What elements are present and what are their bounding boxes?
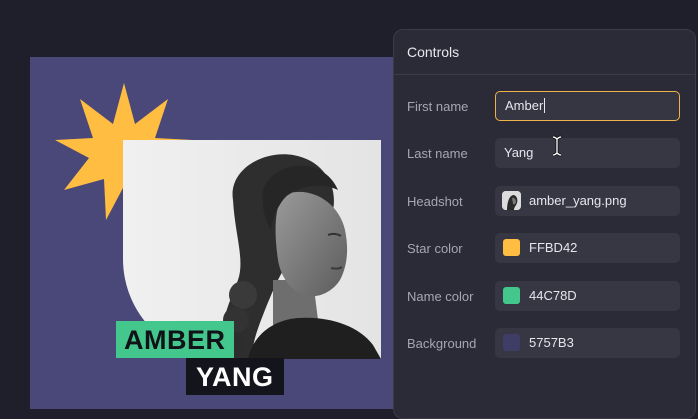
first-name-input[interactable]: Amber: [495, 91, 680, 121]
background-color-value: 5757B3: [529, 335, 574, 350]
last-name-value: Yang: [504, 145, 534, 160]
controls-panel: Controls First name Amber Last name Yang…: [393, 29, 696, 419]
design-canvas: AMBER YANG: [30, 57, 430, 409]
first-name-label: First name: [407, 99, 469, 114]
background-color-input[interactable]: 5757B3: [495, 328, 680, 358]
background-label: Background: [407, 336, 477, 351]
star-color-label: Star color: [407, 241, 463, 256]
name-color-input[interactable]: 44C78D: [495, 281, 680, 311]
row-name-color: Name color 44C78D: [394, 281, 695, 313]
star-color-swatch[interactable]: [503, 239, 520, 256]
headshot-file-picker[interactable]: amber_yang.png: [495, 186, 680, 216]
row-background: Background 5757B3: [394, 328, 695, 360]
text-caret: [544, 98, 546, 114]
last-name-input[interactable]: Yang: [495, 138, 680, 168]
name-color-swatch[interactable]: [503, 287, 520, 304]
row-headshot: Headshot amber_yang.png: [394, 186, 695, 218]
panel-title: Controls: [394, 30, 695, 75]
headshot-thumbnail: [502, 191, 521, 210]
row-first-name: First name Amber: [394, 91, 695, 123]
row-last-name: Last name Yang: [394, 138, 695, 170]
star-color-value: FFBD42: [529, 240, 578, 255]
headshot-filename: amber_yang.png: [529, 193, 627, 208]
row-star-color: Star color FFBD42: [394, 233, 695, 265]
first-name-value: Amber: [505, 98, 544, 113]
name-color-label: Name color: [407, 289, 474, 304]
text-cursor-icon: [552, 135, 562, 157]
canvas-first-name: AMBER: [116, 321, 234, 358]
background-color-swatch[interactable]: [503, 334, 520, 351]
canvas-last-name: YANG: [186, 358, 284, 395]
last-name-label: Last name: [407, 146, 468, 161]
star-color-input[interactable]: FFBD42: [495, 233, 680, 263]
name-color-value: 44C78D: [529, 288, 577, 303]
headshot-label: Headshot: [407, 194, 463, 209]
